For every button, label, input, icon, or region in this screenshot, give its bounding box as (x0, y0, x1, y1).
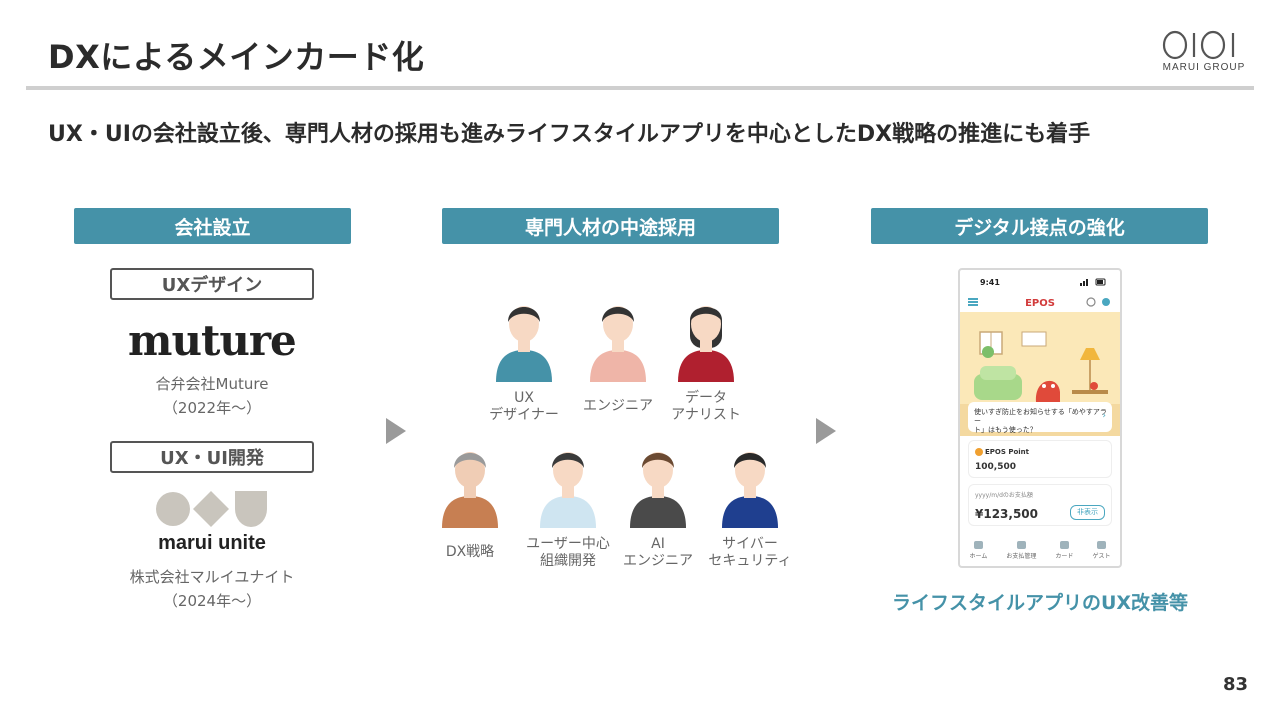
nav-label: ホーム (969, 552, 988, 560)
header-divider (26, 86, 1254, 90)
company-tag-uxui-dev: UX・UI開発 (110, 441, 314, 473)
hide-button[interactable]: 非表示 (1070, 505, 1105, 520)
person-avatar-icon (538, 440, 598, 530)
phone-bottom-nav: ホーム お支払管理 カード ゲスト (960, 528, 1120, 566)
person-avatar-icon (588, 294, 648, 384)
notice-line: ト」はもう使った？ (974, 426, 1037, 434)
nav-item-guest[interactable]: ゲスト (1092, 540, 1111, 560)
page-number: 83 (1222, 674, 1248, 695)
notice-line: 使いすぎ防止をお知らせする「めやすアラー (974, 408, 1107, 425)
person-avatar-icon (494, 294, 554, 384)
column-header-recruit: 専門人材の中途採用 (442, 208, 779, 244)
app-phone-mockup: 9:41 EPOS 使いすぎ防止をお知らせする「めやすアラー ト」はもう使った？… (958, 268, 1122, 568)
nav-item-payment[interactable]: お支払管理 (1006, 540, 1037, 560)
page-subtitle: UX・UIの会社設立後、専門人材の採用も進みライフスタイルアプリを中心としたDX… (48, 122, 1091, 147)
payment-icon (1016, 540, 1026, 549)
person-avatar-icon (628, 440, 688, 530)
role-label-line: サイバー (722, 536, 778, 552)
notice-text: 使いすぎ防止をお知らせする「めやすアラー ト」はもう使った？ (974, 408, 1112, 435)
company-since: （2022年～） (162, 399, 262, 417)
balance-date: yyyy/m/dのお支払額 (975, 492, 1033, 499)
nav-item-card[interactable]: カード (1055, 540, 1074, 560)
guest-icon (1096, 540, 1106, 549)
arrow-right-icon (816, 418, 836, 444)
point-label: EPOS Point (985, 448, 1030, 456)
marui-unite-logo-icon (156, 491, 267, 527)
role-label-line: セキュリティ (708, 553, 792, 569)
nav-label: お支払管理 (1006, 552, 1037, 560)
logo-text: MARUI GROUP (1162, 62, 1246, 73)
nav-label: カード (1055, 552, 1074, 560)
role-label-line: アナリスト (671, 407, 741, 423)
company-name: 株式会社マルイユナイト (129, 568, 295, 586)
settings-info-icon[interactable] (1086, 297, 1112, 307)
balance-value: ¥123,500 (975, 507, 1039, 521)
arrow-right-icon (386, 418, 406, 444)
balance-card[interactable]: yyyy/m/dのお支払額 ¥123,500 非表示 (968, 484, 1112, 526)
page-title: DXによるメインカード化 (48, 38, 425, 76)
column-header-digital: デジタル接点の強化 (871, 208, 1208, 244)
role-label-line: DX戦略 (445, 544, 495, 560)
point-coin-icon (975, 448, 983, 456)
person-avatar-icon (720, 440, 780, 530)
role-label: サイバー セキュリティ (695, 536, 805, 570)
nav-label: ゲスト (1092, 552, 1111, 560)
company-tag-ux-design: UXデザイン (110, 268, 314, 300)
marui-group-logo: MARUI GROUP (1158, 30, 1250, 73)
nav-item-home[interactable]: ホーム (969, 540, 988, 560)
epos-point-card[interactable]: EPOS Point 100,500 (968, 440, 1112, 478)
column-header-company: 会社設立 (74, 208, 351, 244)
company-name-marui-unite: 株式会社マルイユナイト （2024年～） (90, 565, 334, 613)
muture-wordmark: muture (128, 316, 297, 365)
person-avatar-icon (440, 440, 500, 530)
company-name-muture: 合弁会社Muture （2022年～） (90, 372, 334, 420)
alert-notice-card[interactable]: 使いすぎ防止をお知らせする「めやすアラー ト」はもう使った？ › (968, 402, 1112, 435)
phone-time: 9:41 (980, 278, 1000, 287)
oioi-logo-icon (1162, 30, 1235, 60)
card-icon (1059, 540, 1069, 549)
person-avatar-icon (676, 294, 736, 384)
company-since: （2024年～） (162, 592, 262, 610)
home-icon (973, 540, 983, 549)
point-value: 100,500 (975, 462, 1016, 472)
marui-unite-wordmark: marui unite (158, 532, 266, 554)
role-label: データ アナリスト (651, 390, 761, 424)
signal-battery-icon (1080, 278, 1106, 286)
role-label-line: データ (685, 390, 727, 406)
chevron-right-icon: › (1102, 411, 1106, 421)
company-name: 合弁会社Muture (155, 375, 269, 393)
app-caption: ライフスタイルアプリのUX改善等 (891, 592, 1189, 614)
role-label: DX戦略 (415, 544, 525, 561)
